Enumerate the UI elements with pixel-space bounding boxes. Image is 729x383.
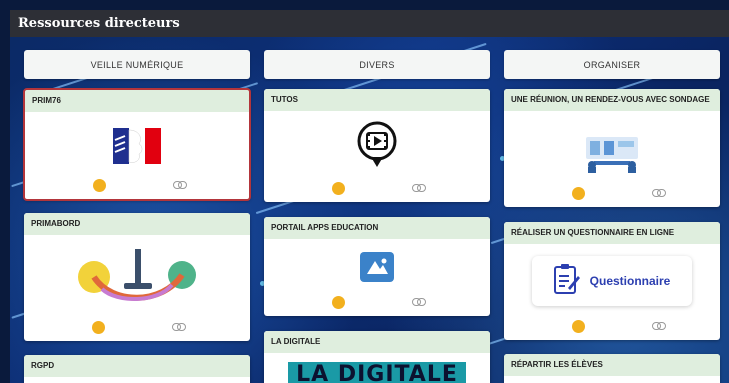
board-title: Ressources directeurs: [18, 16, 180, 31]
author-dot[interactable]: [92, 321, 105, 334]
primabord-logo: [24, 241, 250, 313]
card-title: RGPD: [24, 355, 250, 377]
author-dot[interactable]: [572, 320, 585, 333]
link-icon[interactable]: [412, 184, 426, 192]
author-dot[interactable]: [572, 187, 585, 200]
card-repartir-eleves[interactable]: RÉPARTIR LES ÉLÈVES: [504, 354, 720, 383]
meeting-illustration: [504, 129, 720, 177]
card-title: PRIMABORD: [24, 213, 250, 235]
marianne-logo: [25, 120, 249, 172]
card-reunion-sondage[interactable]: UNE RÉUNION, UN RENDEZ-VOUS AVEC SONDAGE: [504, 89, 720, 207]
link-icon[interactable]: [652, 189, 666, 197]
card-title: UNE RÉUNION, UN RENDEZ-VOUS AVEC SONDAGE: [504, 89, 720, 111]
card-title: TUTOS: [264, 89, 490, 111]
card-rgpd[interactable]: RGPD: [24, 355, 250, 383]
card-la-digitale[interactable]: LA DIGITALE LA DIGITALE: [264, 331, 490, 383]
author-dot[interactable]: [332, 182, 345, 195]
link-icon[interactable]: [172, 323, 186, 331]
link-icon[interactable]: [652, 322, 666, 330]
column-header-veille[interactable]: VEILLE NUMÉRIQUE: [24, 50, 250, 79]
board-title-bar: Ressources directeurs: [10, 10, 729, 37]
column-header-label: ORGANISER: [583, 59, 641, 70]
card-title: RÉPARTIR LES ÉLÈVES: [504, 354, 720, 376]
questionnaire-label: Questionnaire: [589, 274, 671, 288]
column-header-label: DIVERS: [359, 59, 395, 70]
author-dot[interactable]: [332, 296, 345, 309]
video-tutorial-icon: [264, 119, 490, 171]
card-title: RÉALISER UN QUESTIONNAIRE EN LIGNE: [504, 222, 720, 244]
card-tutos[interactable]: TUTOS: [264, 89, 490, 202]
column-header-organiser[interactable]: ORGANISER: [504, 50, 720, 79]
author-dot[interactable]: [93, 179, 106, 192]
card-title: PORTAIL APPS EDUCATION: [264, 217, 490, 239]
link-icon[interactable]: [173, 181, 187, 189]
column-header-divers[interactable]: DIVERS: [264, 50, 490, 79]
column-header-label: VEILLE NUMÉRIQUE: [90, 59, 184, 70]
card-portail-apps[interactable]: PORTAIL APPS EDUCATION: [264, 217, 490, 316]
apps-education-logo: [264, 247, 490, 287]
card-prim76[interactable]: PRIM76: [23, 88, 251, 201]
questionnaire-badge: Questionnaire: [532, 256, 692, 306]
card-title: PRIM76: [25, 90, 249, 112]
card-title: LA DIGITALE: [264, 331, 490, 353]
card-primabord[interactable]: PRIMABORD: [24, 213, 250, 341]
questionnaire-icon: [553, 263, 580, 299]
link-icon[interactable]: [412, 298, 426, 306]
la-digitale-logo: LA DIGITALE: [288, 362, 466, 383]
card-questionnaire[interactable]: RÉALISER UN QUESTIONNAIRE EN LIGNE Quest…: [504, 222, 720, 340]
